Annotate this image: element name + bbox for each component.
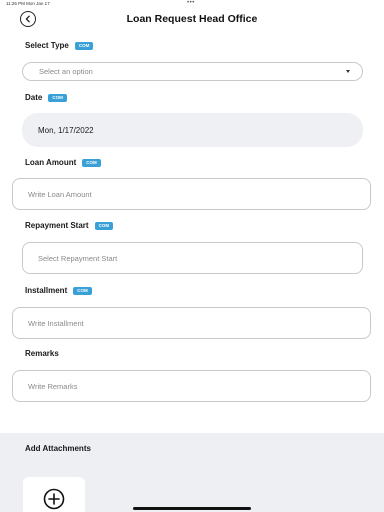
installment-input[interactable]: Write Installment	[12, 307, 371, 339]
status-badge: COM	[82, 158, 101, 167]
installment-label: Installment	[25, 286, 68, 295]
repayment-start-label: Repayment Start	[25, 221, 89, 230]
loan-amount-input[interactable]: Write Loan Amount	[12, 178, 371, 210]
remarks-input[interactable]: Write Remarks	[12, 370, 371, 402]
header: Loan Request Head Office	[0, 10, 384, 30]
status-badge: COM	[73, 286, 92, 295]
repayment-start-picker[interactable]: Select Repayment Start	[22, 242, 363, 274]
installment-placeholder: Write Installment	[28, 318, 84, 328]
remarks-label-row: Remarks	[25, 349, 59, 358]
loan-amount-label: Loan Amount	[25, 158, 77, 167]
status-badge: COM	[48, 93, 67, 102]
loan-amount-label-row: Loan Amount COM	[25, 158, 101, 167]
multitasking-dots[interactable]: •••	[187, 0, 195, 6]
attachments-section: Add Attachments	[0, 433, 384, 512]
date-value: Mon, 1/17/2022	[38, 125, 94, 135]
page-title: Loan Request Head Office	[126, 13, 258, 25]
status-badge: COM	[94, 221, 114, 230]
date-label: Date	[25, 93, 43, 102]
remarks-label: Remarks	[25, 349, 59, 358]
loan-amount-placeholder: Write Loan Amount	[28, 189, 92, 199]
installment-label-row: Installment COM	[25, 286, 92, 295]
dropdown-caret-icon	[346, 70, 350, 73]
add-attachment-button[interactable]	[23, 477, 85, 512]
select-type-dropdown[interactable]: Select an option	[22, 62, 363, 81]
status-bar: 11:26 PM Mon Jan 17 •••	[0, 0, 384, 8]
status-time: 11:26 PM Mon Jan 17	[6, 1, 50, 6]
select-type-label: Select Type	[25, 41, 69, 50]
select-type-placeholder: Select an option	[39, 67, 93, 76]
select-type-label-row: Select Type COM	[25, 41, 94, 50]
attachments-title: Add Attachments	[25, 444, 91, 453]
remarks-placeholder: Write Remarks	[28, 381, 78, 391]
home-indicator[interactable]	[133, 507, 251, 510]
status-badge: COM	[74, 41, 94, 50]
date-label-row: Date COM	[25, 93, 67, 102]
date-picker[interactable]: Mon, 1/17/2022	[22, 113, 363, 147]
repayment-start-label-row: Repayment Start COM	[25, 221, 114, 230]
add-circle-icon	[43, 488, 65, 510]
repayment-start-placeholder: Select Repayment Start	[38, 253, 118, 263]
